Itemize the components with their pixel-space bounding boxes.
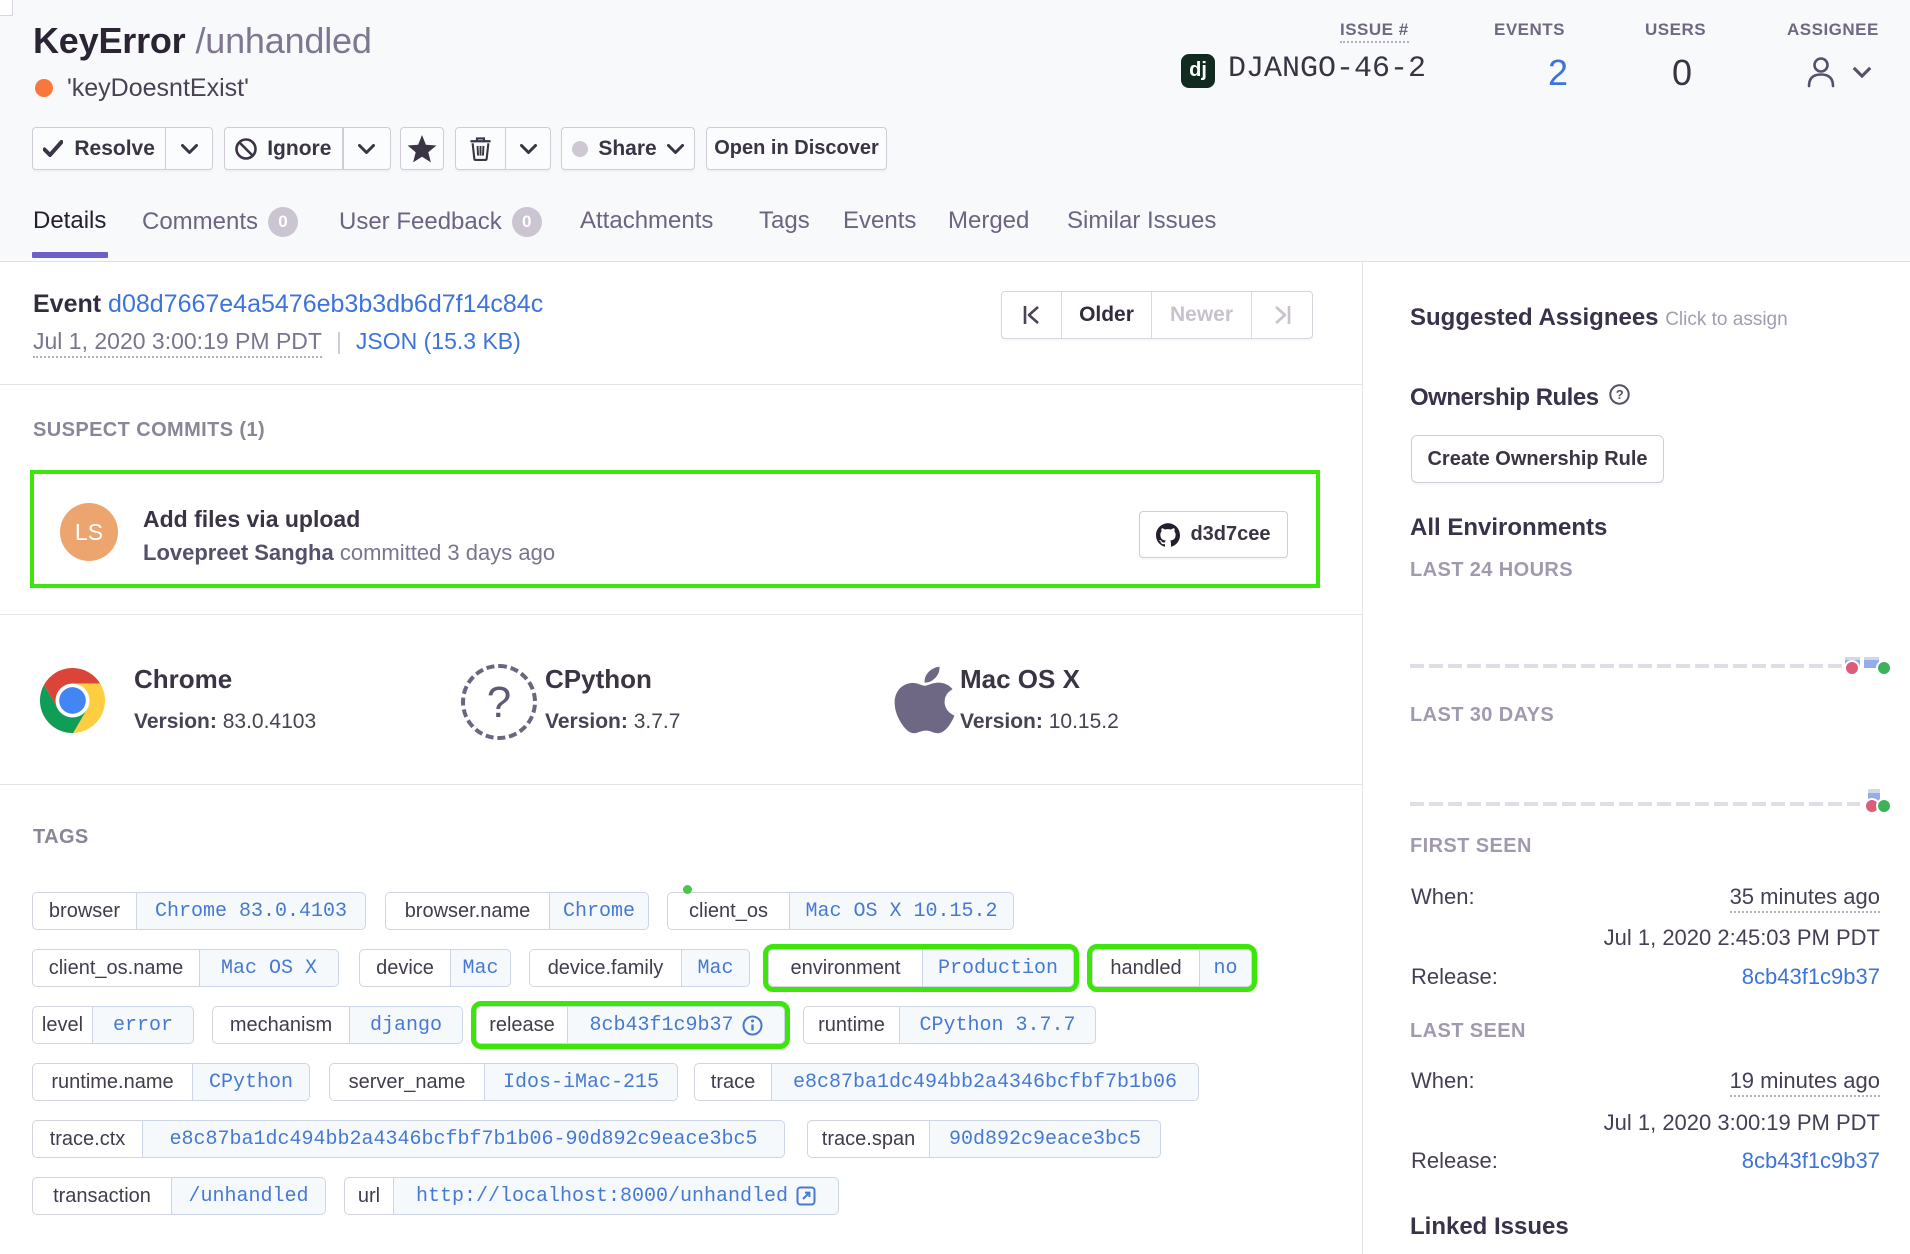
- svg-text:?: ?: [1615, 387, 1623, 402]
